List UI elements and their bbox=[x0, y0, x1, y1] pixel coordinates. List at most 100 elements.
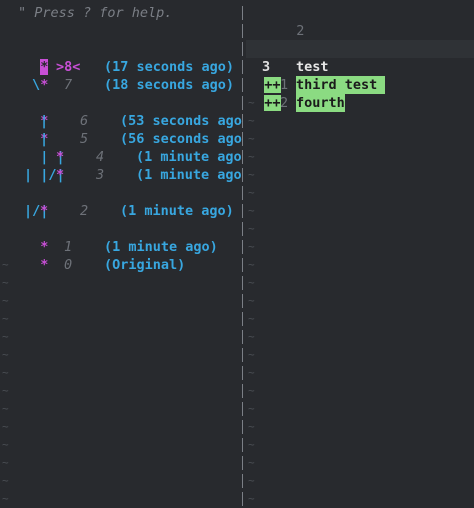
separator-segment bbox=[242, 384, 243, 398]
empty-line-tilde: ~ bbox=[248, 312, 255, 325]
separator-segment bbox=[242, 150, 243, 164]
empty-line-tilde: ~ bbox=[248, 168, 255, 181]
undo-time: (56 seconds ago bbox=[120, 131, 242, 147]
separator-segment bbox=[242, 168, 243, 182]
empty-line-tilde: ~ bbox=[248, 438, 255, 451]
undo-time: (1 minute ago bbox=[136, 167, 242, 183]
graph-branch: | |/ bbox=[24, 167, 57, 183]
separator-segment bbox=[242, 204, 243, 218]
empty-line-tilde: ~ bbox=[2, 348, 9, 361]
empty-line-tilde: ~ bbox=[248, 204, 255, 217]
undo-node[interactable]: | | * 4 (1 minute ago bbox=[24, 130, 241, 165]
empty-line-tilde: ~ bbox=[248, 240, 255, 253]
empty-line-tilde: ~ bbox=[248, 294, 255, 307]
line-number: 1 bbox=[280, 77, 289, 93]
undo-seq: 4 bbox=[96, 149, 105, 165]
line-number: 2 bbox=[280, 95, 289, 111]
undo-seq: 6 bbox=[80, 113, 89, 129]
undo-seq: 1 bbox=[64, 239, 73, 255]
separator-segment bbox=[242, 312, 243, 326]
line-text: fourth bbox=[296, 94, 345, 112]
undo-node[interactable]: * | 6 (53 seconds ago bbox=[24, 94, 242, 129]
separator-segment bbox=[242, 348, 243, 362]
undo-node[interactable]: * 1 (1 minute ago) bbox=[24, 220, 218, 255]
separator-segment bbox=[242, 456, 243, 470]
empty-line-tilde: ~ bbox=[248, 384, 255, 397]
empty-line-tilde: ~ bbox=[248, 348, 255, 361]
empty-line-tilde: ~ bbox=[248, 420, 255, 433]
empty-line-tilde: ~ bbox=[248, 276, 255, 289]
undo-time: (53 seconds ago bbox=[120, 113, 242, 129]
diff-sign: ++ bbox=[264, 95, 281, 111]
line-text: third test bbox=[296, 76, 386, 94]
empty-line-tilde: ~ bbox=[2, 456, 9, 469]
separator-segment bbox=[242, 366, 243, 380]
buffer-line[interactable]: 1test bbox=[280, 22, 329, 57]
undo-node[interactable]: | | * 3 (1 minute ago bbox=[24, 148, 241, 183]
undo-time: (1 minute ago) bbox=[104, 239, 218, 255]
separator-segment bbox=[242, 42, 243, 56]
undo-time: (18 seconds ago) bbox=[104, 77, 235, 93]
separator-segment bbox=[242, 24, 243, 38]
empty-line-tilde: ~ bbox=[2, 294, 9, 307]
separator-segment bbox=[242, 276, 243, 290]
separator-segment bbox=[242, 294, 243, 308]
graph-branch: |/ bbox=[24, 203, 41, 219]
graph-branch: \ bbox=[32, 77, 41, 93]
empty-line-tilde: ~ bbox=[248, 402, 255, 415]
line-text: test bbox=[296, 59, 329, 75]
graph-mark: * bbox=[40, 203, 49, 219]
separator-segment bbox=[242, 96, 243, 110]
undo-node[interactable]: | * 2 (1 minute ago) bbox=[24, 184, 234, 219]
undo-time: (1 minute ago) bbox=[120, 203, 234, 219]
undo-time: (1 minute ago bbox=[136, 149, 242, 165]
empty-line-tilde: ~ bbox=[248, 222, 255, 235]
undo-node[interactable]: * 0 (Original) bbox=[24, 238, 185, 273]
separator-segment bbox=[242, 222, 243, 236]
empty-line-tilde: ~ bbox=[248, 258, 255, 271]
separator-segment bbox=[242, 78, 243, 92]
empty-line-tilde: ~ bbox=[248, 474, 255, 487]
undo-node[interactable]: * 7 (18 seconds ago) bbox=[24, 58, 234, 93]
separator-segment bbox=[242, 240, 243, 254]
empty-line-tilde: ~ bbox=[248, 456, 255, 469]
undo-seq: 0 bbox=[64, 257, 73, 273]
undo-node[interactable]: * | 5 (56 seconds ago bbox=[24, 112, 242, 147]
empty-line-tilde: ~ bbox=[2, 312, 9, 325]
separator-segment bbox=[242, 402, 243, 416]
separator-segment bbox=[242, 132, 243, 146]
separator-segment bbox=[242, 60, 243, 74]
undo-seq: 5 bbox=[80, 131, 89, 147]
empty-line-tilde: ~ bbox=[2, 420, 9, 433]
undo-seq: 3 bbox=[96, 167, 105, 183]
empty-line-tilde: ~ bbox=[2, 402, 9, 415]
empty-line-tilde: ~ bbox=[2, 438, 9, 451]
separator-segment bbox=[242, 114, 243, 128]
separator-segment bbox=[242, 330, 243, 344]
empty-line-tilde: ~ bbox=[248, 150, 255, 163]
separator-segment bbox=[242, 420, 243, 434]
empty-line-tilde: ~ bbox=[248, 366, 255, 379]
separator-segment bbox=[242, 186, 243, 200]
graph-mark: * bbox=[40, 77, 49, 93]
empty-line-tilde: ~ bbox=[248, 492, 255, 505]
buffer-line-added[interactable]: ++ 2 fourth bbox=[248, 76, 345, 112]
buffer-line-current[interactable]: 3 test bbox=[246, 40, 474, 75]
empty-line-tilde: ~ bbox=[2, 276, 9, 289]
undo-time: (Original) bbox=[104, 257, 186, 273]
separator-segment bbox=[242, 438, 243, 452]
empty-line-tilde: ~ bbox=[2, 330, 9, 343]
undo-node-current[interactable]: * >8< (17 seconds ago) bbox=[24, 40, 234, 75]
empty-line-tilde: ~ bbox=[248, 96, 255, 109]
buffer-line-added[interactable]: ++ 1 third test bbox=[248, 58, 386, 94]
empty-line-tilde: ~ bbox=[2, 258, 9, 271]
separator-segment bbox=[242, 474, 243, 488]
undo-seq: 7 bbox=[64, 77, 73, 93]
empty-line-tilde: ~ bbox=[248, 186, 255, 199]
empty-line-tilde: ~ bbox=[248, 330, 255, 343]
empty-line-tilde: ~ bbox=[2, 474, 9, 487]
separator-segment bbox=[242, 6, 243, 20]
undo-seq: >8< bbox=[56, 59, 81, 75]
buffer-line[interactable]: 2 bbox=[280, 4, 304, 39]
separator-segment bbox=[242, 492, 243, 506]
